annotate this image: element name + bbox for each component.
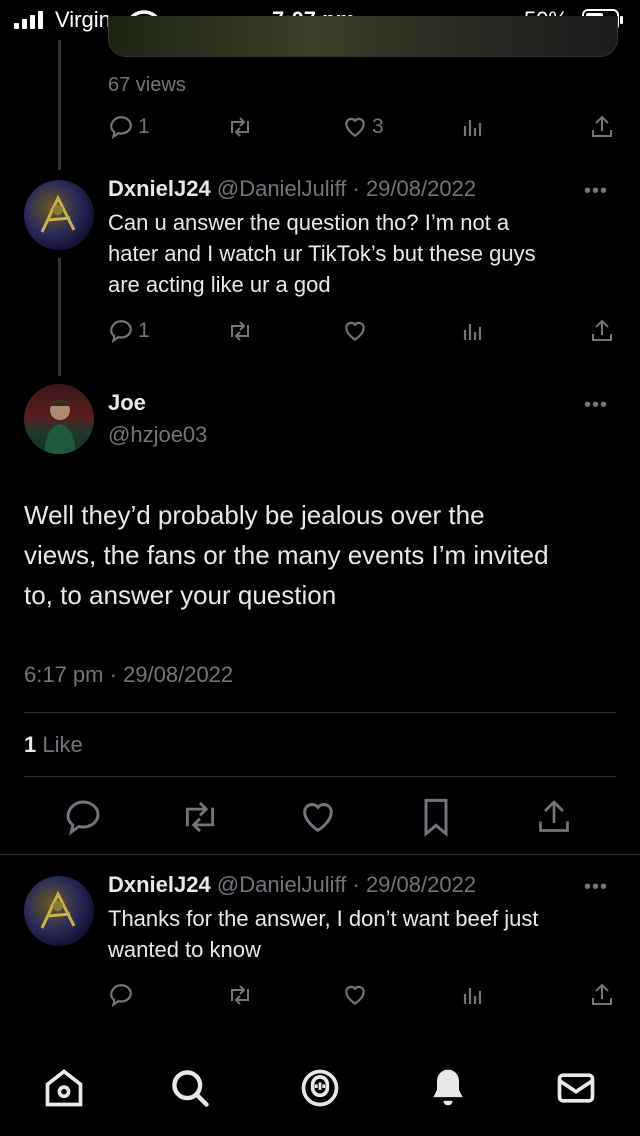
retweet-icon bbox=[226, 114, 254, 140]
spaces-icon bbox=[298, 1066, 342, 1110]
likes-number: 1 bbox=[24, 732, 37, 757]
mail-icon bbox=[554, 1066, 598, 1110]
media-preview[interactable] bbox=[108, 16, 618, 57]
reply-icon bbox=[108, 982, 134, 1008]
bookmark-icon bbox=[418, 797, 454, 837]
thread-line bbox=[58, 40, 61, 170]
reply-count: 1 bbox=[138, 319, 150, 342]
tweet-text: Well they’d probably be jealous over the… bbox=[24, 495, 624, 615]
share-button[interactable] bbox=[590, 982, 614, 1008]
tab-search[interactable] bbox=[168, 1066, 212, 1110]
retweet-button[interactable] bbox=[226, 318, 254, 344]
tweet-text-line: Well they’d probably be jealous over the bbox=[24, 500, 485, 530]
like-count: 3 bbox=[372, 115, 384, 138]
handle[interactable]: @hzjoe03 bbox=[108, 422, 207, 448]
tweet-text-line: views, the fans or the many events I’m i… bbox=[24, 540, 549, 570]
tab-spaces[interactable] bbox=[298, 1066, 342, 1110]
thread-line bbox=[58, 258, 61, 376]
share-icon bbox=[536, 797, 572, 837]
likes-label: Like bbox=[42, 732, 83, 757]
retweet-icon bbox=[178, 797, 222, 837]
handle-date: @DanielJuliff · 29/08/2022 bbox=[216, 872, 477, 897]
avatar[interactable] bbox=[24, 180, 94, 250]
tweet-text-line: Can u answer the question tho? I’m not a bbox=[108, 210, 510, 235]
reply-button[interactable] bbox=[63, 797, 103, 837]
reply-icon bbox=[63, 797, 103, 837]
display-name[interactable]: DxnielJ24 bbox=[108, 872, 211, 897]
tweet-text-line: hater and I watch ur TikTok’s but these … bbox=[108, 241, 536, 266]
carrier-name: Virgin bbox=[55, 7, 111, 32]
views-button[interactable] bbox=[462, 116, 484, 138]
search-icon bbox=[168, 1066, 212, 1110]
tweet-header: DxnielJ24 @DanielJuliff · 29/08/2022 bbox=[108, 872, 476, 898]
tweet-text-line: Thanks for the answer, I don’t want beef… bbox=[108, 906, 539, 931]
bottom-tab-bar bbox=[0, 1040, 640, 1136]
heart-icon bbox=[298, 797, 338, 837]
share-icon bbox=[590, 318, 614, 344]
like-button[interactable]: 3 bbox=[342, 114, 384, 140]
reply-button[interactable]: 1 bbox=[108, 318, 150, 344]
heart-icon bbox=[342, 318, 368, 344]
heart-icon bbox=[342, 114, 368, 140]
bookmark-button[interactable] bbox=[418, 797, 454, 837]
reply-count: 1 bbox=[138, 115, 150, 138]
handle-date: @DanielJuliff · 29/08/2022 bbox=[216, 176, 477, 201]
more-options-button[interactable]: ••• bbox=[584, 180, 608, 203]
share-button[interactable] bbox=[590, 318, 614, 344]
retweet-button[interactable] bbox=[226, 114, 254, 140]
like-button[interactable] bbox=[342, 318, 368, 344]
tab-home[interactable] bbox=[42, 1066, 86, 1110]
analytics-icon bbox=[462, 116, 484, 138]
divider bbox=[0, 854, 640, 855]
tweet-text-line: to, to answer your question bbox=[24, 580, 337, 610]
analytics-icon bbox=[462, 320, 484, 342]
tweet-timestamp[interactable]: 6:17 pm · 29/08/2022 bbox=[24, 662, 233, 688]
divider bbox=[24, 776, 616, 777]
tab-notifications[interactable] bbox=[426, 1066, 470, 1110]
avatar[interactable] bbox=[24, 384, 94, 454]
tweet-text-line: wanted to know bbox=[108, 937, 261, 962]
tweet-text: Can u answer the question tho? I’m not a… bbox=[108, 207, 618, 300]
like-button[interactable] bbox=[298, 797, 338, 837]
reply-icon bbox=[108, 318, 134, 344]
share-button[interactable] bbox=[590, 114, 614, 140]
home-icon bbox=[42, 1066, 86, 1110]
tab-messages[interactable] bbox=[554, 1066, 598, 1110]
reply-button[interactable] bbox=[108, 982, 134, 1008]
views-count: 67 views bbox=[108, 74, 186, 96]
tweet-text-line: are acting like ur a god bbox=[108, 272, 331, 297]
analytics-icon bbox=[462, 984, 484, 1006]
likes-stat[interactable]: 1 Like bbox=[24, 732, 83, 758]
views-button[interactable] bbox=[462, 320, 484, 342]
bell-icon bbox=[426, 1066, 470, 1110]
signal-icon bbox=[14, 11, 48, 29]
like-button[interactable] bbox=[342, 982, 368, 1008]
share-icon bbox=[590, 982, 614, 1008]
heart-icon bbox=[342, 982, 368, 1008]
display-name[interactable]: Joe bbox=[108, 390, 146, 416]
avatar[interactable] bbox=[24, 876, 94, 946]
retweet-button[interactable] bbox=[178, 797, 222, 837]
tweet-header: DxnielJ24 @DanielJuliff · 29/08/2022 bbox=[108, 176, 476, 202]
views-button[interactable] bbox=[462, 984, 484, 1006]
retweet-icon bbox=[226, 318, 254, 344]
retweet-icon bbox=[226, 982, 254, 1008]
retweet-button[interactable] bbox=[226, 982, 254, 1008]
tweet-text: Thanks for the answer, I don’t want beef… bbox=[108, 903, 618, 965]
share-button[interactable] bbox=[536, 797, 572, 837]
reply-icon bbox=[108, 114, 134, 140]
more-options-button[interactable]: ••• bbox=[584, 876, 608, 899]
divider bbox=[24, 712, 616, 713]
share-icon bbox=[590, 114, 614, 140]
display-name[interactable]: DxnielJ24 bbox=[108, 176, 211, 201]
more-options-button[interactable]: ••• bbox=[584, 394, 608, 417]
reply-button[interactable]: 1 bbox=[108, 114, 150, 140]
